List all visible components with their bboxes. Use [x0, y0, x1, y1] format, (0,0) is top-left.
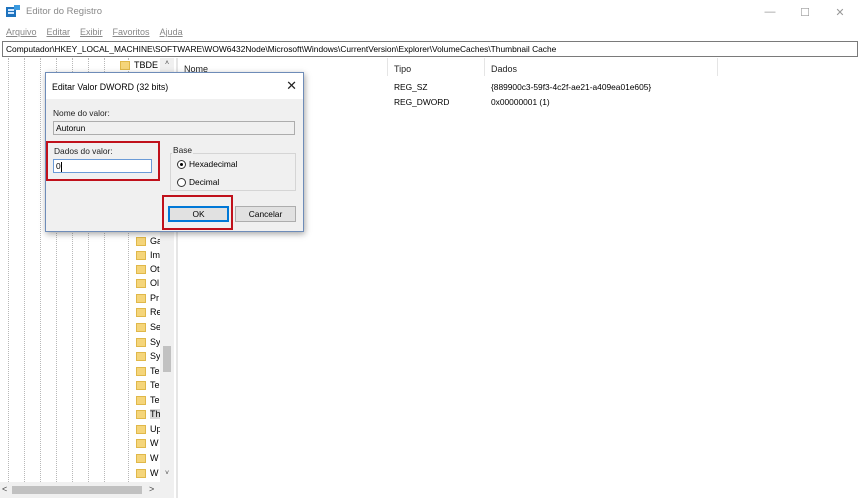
radio-unchecked-icon[interactable] [177, 177, 186, 187]
radio-decimal[interactable]: Decimal [177, 177, 219, 187]
folder-icon [136, 453, 146, 463]
column-header-data[interactable]: Dados [491, 64, 517, 74]
tree-item[interactable]: Te [136, 393, 160, 407]
close-window-button[interactable]: ✕ [822, 0, 858, 24]
value-name-field: Autorun [53, 121, 295, 135]
tree-item[interactable]: Se [136, 320, 161, 334]
tree-item[interactable]: W [136, 436, 159, 450]
scroll-right-icon[interactable]: > [149, 484, 154, 494]
folder-icon [136, 236, 146, 246]
tree-item-thumbnail-cache[interactable]: Th [136, 407, 161, 421]
tree-item[interactable]: Ol [136, 276, 159, 290]
column-header-type[interactable]: Tipo [394, 64, 411, 74]
menu-ajuda[interactable]: Ajuda [160, 27, 183, 37]
tree-item[interactable]: W [136, 451, 159, 465]
scroll-down-icon[interactable]: ˅ [160, 470, 174, 480]
row-data: {889900c3-59f3-4c2f-ae21-a409ea01e605} [491, 82, 652, 92]
folder-icon [136, 468, 146, 478]
cancel-button[interactable]: Cancelar [235, 206, 296, 222]
tree-item[interactable]: Te [136, 378, 160, 392]
folder-icon [136, 366, 146, 376]
folder-icon [136, 395, 146, 405]
menu-arquivo[interactable]: Arquivo [6, 27, 37, 37]
tree-item[interactable]: Sy [136, 335, 161, 349]
minimize-button[interactable]: — [752, 0, 788, 24]
tree-item[interactable]: Up [136, 422, 162, 436]
folder-icon [136, 351, 146, 361]
radio-decimal-label: Decimal [189, 177, 220, 187]
tree-horizontal-scrollbar[interactable]: < > [0, 482, 174, 498]
tree-item[interactable]: Ga [136, 234, 162, 248]
dialog-close-icon[interactable]: ✕ [286, 78, 297, 94]
radio-checked-icon[interactable] [177, 159, 186, 169]
folder-icon [136, 264, 146, 274]
menu-favoritos[interactable]: Favoritos [113, 27, 150, 37]
radio-hexadecimal-label: Hexadecimal [189, 159, 238, 169]
scroll-up-icon[interactable]: ˄ [160, 60, 174, 70]
menu-exibir[interactable]: Exibir [80, 27, 103, 37]
value-name-label: Nome do valor: [53, 108, 110, 118]
tree-item[interactable]: W [136, 466, 159, 480]
tree-guide-line [40, 58, 41, 482]
folder-icon [136, 293, 146, 303]
row-type: REG_DWORD [394, 97, 450, 107]
folder-icon [136, 337, 146, 347]
tree-item[interactable]: Sy [136, 349, 161, 363]
tree-item[interactable]: Ot [136, 262, 160, 276]
scroll-left-icon[interactable]: < [2, 484, 7, 494]
menu-editar[interactable]: Editar [47, 27, 71, 37]
dialog-title: Editar Valor DWORD (32 bits) [52, 82, 169, 92]
scroll-thumb[interactable] [163, 346, 171, 372]
folder-icon [136, 278, 146, 288]
window-title: Editor do Registro [26, 6, 103, 17]
tree-item[interactable]: Pr [136, 291, 159, 305]
base-label: Base [172, 145, 194, 155]
maximize-button[interactable]: ☐ [787, 0, 823, 24]
column-separator[interactable] [387, 58, 388, 76]
value-data-label: Dados do valor: [54, 146, 113, 156]
folder-icon [136, 424, 146, 434]
folder-icon [120, 60, 130, 70]
tree-guide-line [8, 58, 9, 482]
folder-icon [136, 250, 146, 260]
ok-button[interactable]: OK [168, 206, 229, 222]
folder-icon [136, 438, 146, 448]
column-separator[interactable] [484, 58, 485, 76]
dialog-title-bar: Editar Valor DWORD (32 bits) ✕ [46, 73, 303, 99]
address-bar[interactable]: Computador\HKEY_LOCAL_MACHINE\SOFTWARE\W… [2, 41, 858, 57]
tree-item[interactable]: Te [136, 364, 160, 378]
column-separator[interactable] [717, 58, 718, 76]
tree-item-tbde[interactable]: TBDE [120, 60, 158, 70]
radio-hexadecimal[interactable]: Hexadecimal [177, 159, 237, 169]
edit-dword-dialog: Editar Valor DWORD (32 bits) ✕ Nome do v… [45, 72, 304, 232]
tree-guide-line [24, 58, 25, 482]
folder-icon [136, 307, 146, 317]
registry-editor-icon [6, 5, 20, 17]
menu-bar: Arquivo Editar Exibir Favoritos Ajuda [0, 24, 860, 40]
value-data-input[interactable]: 0 [53, 159, 152, 173]
hscroll-thumb[interactable] [12, 486, 142, 494]
text-caret [60, 161, 62, 172]
folder-icon [136, 380, 146, 390]
row-data: 0x00000001 (1) [491, 97, 550, 107]
tree-item[interactable]: Re [136, 305, 162, 319]
folder-icon [136, 322, 146, 332]
title-bar: Editor do Registro — ☐ ✕ [0, 0, 860, 24]
tree-item[interactable]: Im [136, 248, 160, 262]
row-type: REG_SZ [394, 82, 428, 92]
folder-icon [136, 409, 146, 419]
